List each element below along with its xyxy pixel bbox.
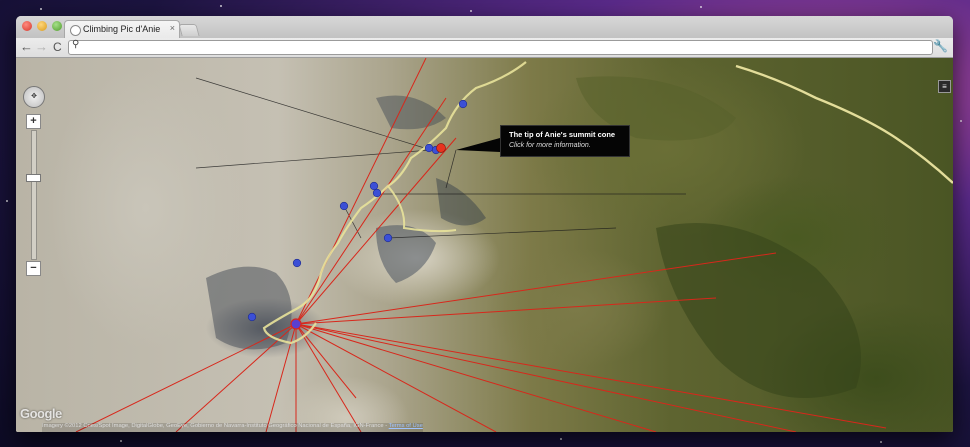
summit-marker (436, 143, 446, 153)
desktop-star (470, 10, 472, 12)
sightline (295, 297, 717, 325)
zoom-in-button[interactable]: + (26, 114, 41, 129)
waypoint-marker (290, 318, 302, 330)
address-input[interactable] (85, 41, 925, 54)
sightline (295, 58, 427, 325)
browser-toolbar: ← → C ⚲ 🔧 (16, 38, 953, 58)
waypoint-marker (292, 258, 302, 268)
google-logo[interactable]: Google (20, 406, 62, 421)
pan-control[interactable]: ✥ (23, 86, 45, 108)
waypoint-marker (372, 188, 382, 198)
waypoint-marker (247, 312, 257, 322)
address-bar[interactable]: ⚲ (68, 39, 933, 55)
attribution-text: Imagery ©2012 Cnes/Spot Image, DigitalGl… (42, 423, 389, 429)
forward-arrow-icon[interactable]: → (35, 39, 48, 55)
reload-icon[interactable]: C (53, 39, 62, 55)
browser-window: Climbing Pic d'Anie × ← → C ⚲ 🔧 ✥ + − ≡ … (16, 16, 953, 432)
layers-icon[interactable]: ≡ (938, 80, 951, 93)
tab-close-icon[interactable]: × (170, 23, 175, 33)
waypoint-marker (369, 181, 379, 191)
info-callout[interactable]: The tip of Anie's summit cone Click for … (500, 125, 630, 157)
satellite-map[interactable]: ✥ + − ≡ The tip of Anie's summit cone Cl… (16, 58, 953, 432)
terrain-forest (656, 223, 861, 398)
favicon-icon (70, 25, 81, 36)
callout-pointer (456, 138, 500, 152)
tab-title: Climbing Pic d'Anie (83, 24, 161, 34)
callout-title: The tip of Anie's summit cone (509, 130, 616, 139)
waypoint-marker (424, 143, 434, 153)
desktop-star (6, 200, 8, 202)
tab-strip: Climbing Pic d'Anie × (16, 16, 953, 39)
terrain-shadow (376, 95, 446, 130)
desktop-star (880, 441, 882, 443)
zoom-slider-track[interactable] (31, 130, 37, 260)
window-minimize-button[interactable] (37, 21, 47, 31)
waypoint-marker (458, 99, 468, 109)
desktop-star (220, 5, 222, 7)
zoom-control: ✥ + − (23, 86, 45, 276)
map-overlay (75, 58, 953, 432)
terms-of-use-link[interactable]: Terms of Use (389, 423, 423, 429)
terrain-shadow (376, 225, 436, 283)
terrain-shadow (436, 178, 486, 226)
desktop-star (40, 8, 42, 10)
desktop-star (700, 6, 702, 8)
desktop-star (960, 120, 962, 122)
terrain-shadow (206, 266, 292, 350)
callout-subtitle[interactable]: Click for more information. (509, 142, 621, 149)
browser-tab[interactable]: Climbing Pic d'Anie × (64, 20, 180, 39)
zoom-out-button[interactable]: − (26, 261, 41, 276)
window-maximize-button[interactable] (52, 21, 62, 31)
waypoint-marker (383, 233, 393, 243)
bearing-line (195, 149, 432, 169)
window-close-button[interactable] (22, 21, 32, 31)
bearing-line (445, 149, 457, 189)
road-line (735, 64, 953, 184)
back-arrow-icon[interactable]: ← (20, 39, 33, 55)
sightline (75, 323, 297, 432)
desktop-star (560, 438, 562, 440)
map-attribution: Imagery ©2012 Cnes/Spot Image, DigitalGl… (42, 423, 423, 432)
waypoint-marker (339, 201, 349, 211)
wrench-icon[interactable]: 🔧 (933, 39, 948, 53)
search-icon: ⚲ (72, 39, 80, 50)
sightline (295, 323, 497, 432)
new-tab-button[interactable] (178, 24, 200, 36)
zoom-slider-thumb[interactable] (26, 174, 41, 182)
desktop-star (120, 440, 122, 442)
